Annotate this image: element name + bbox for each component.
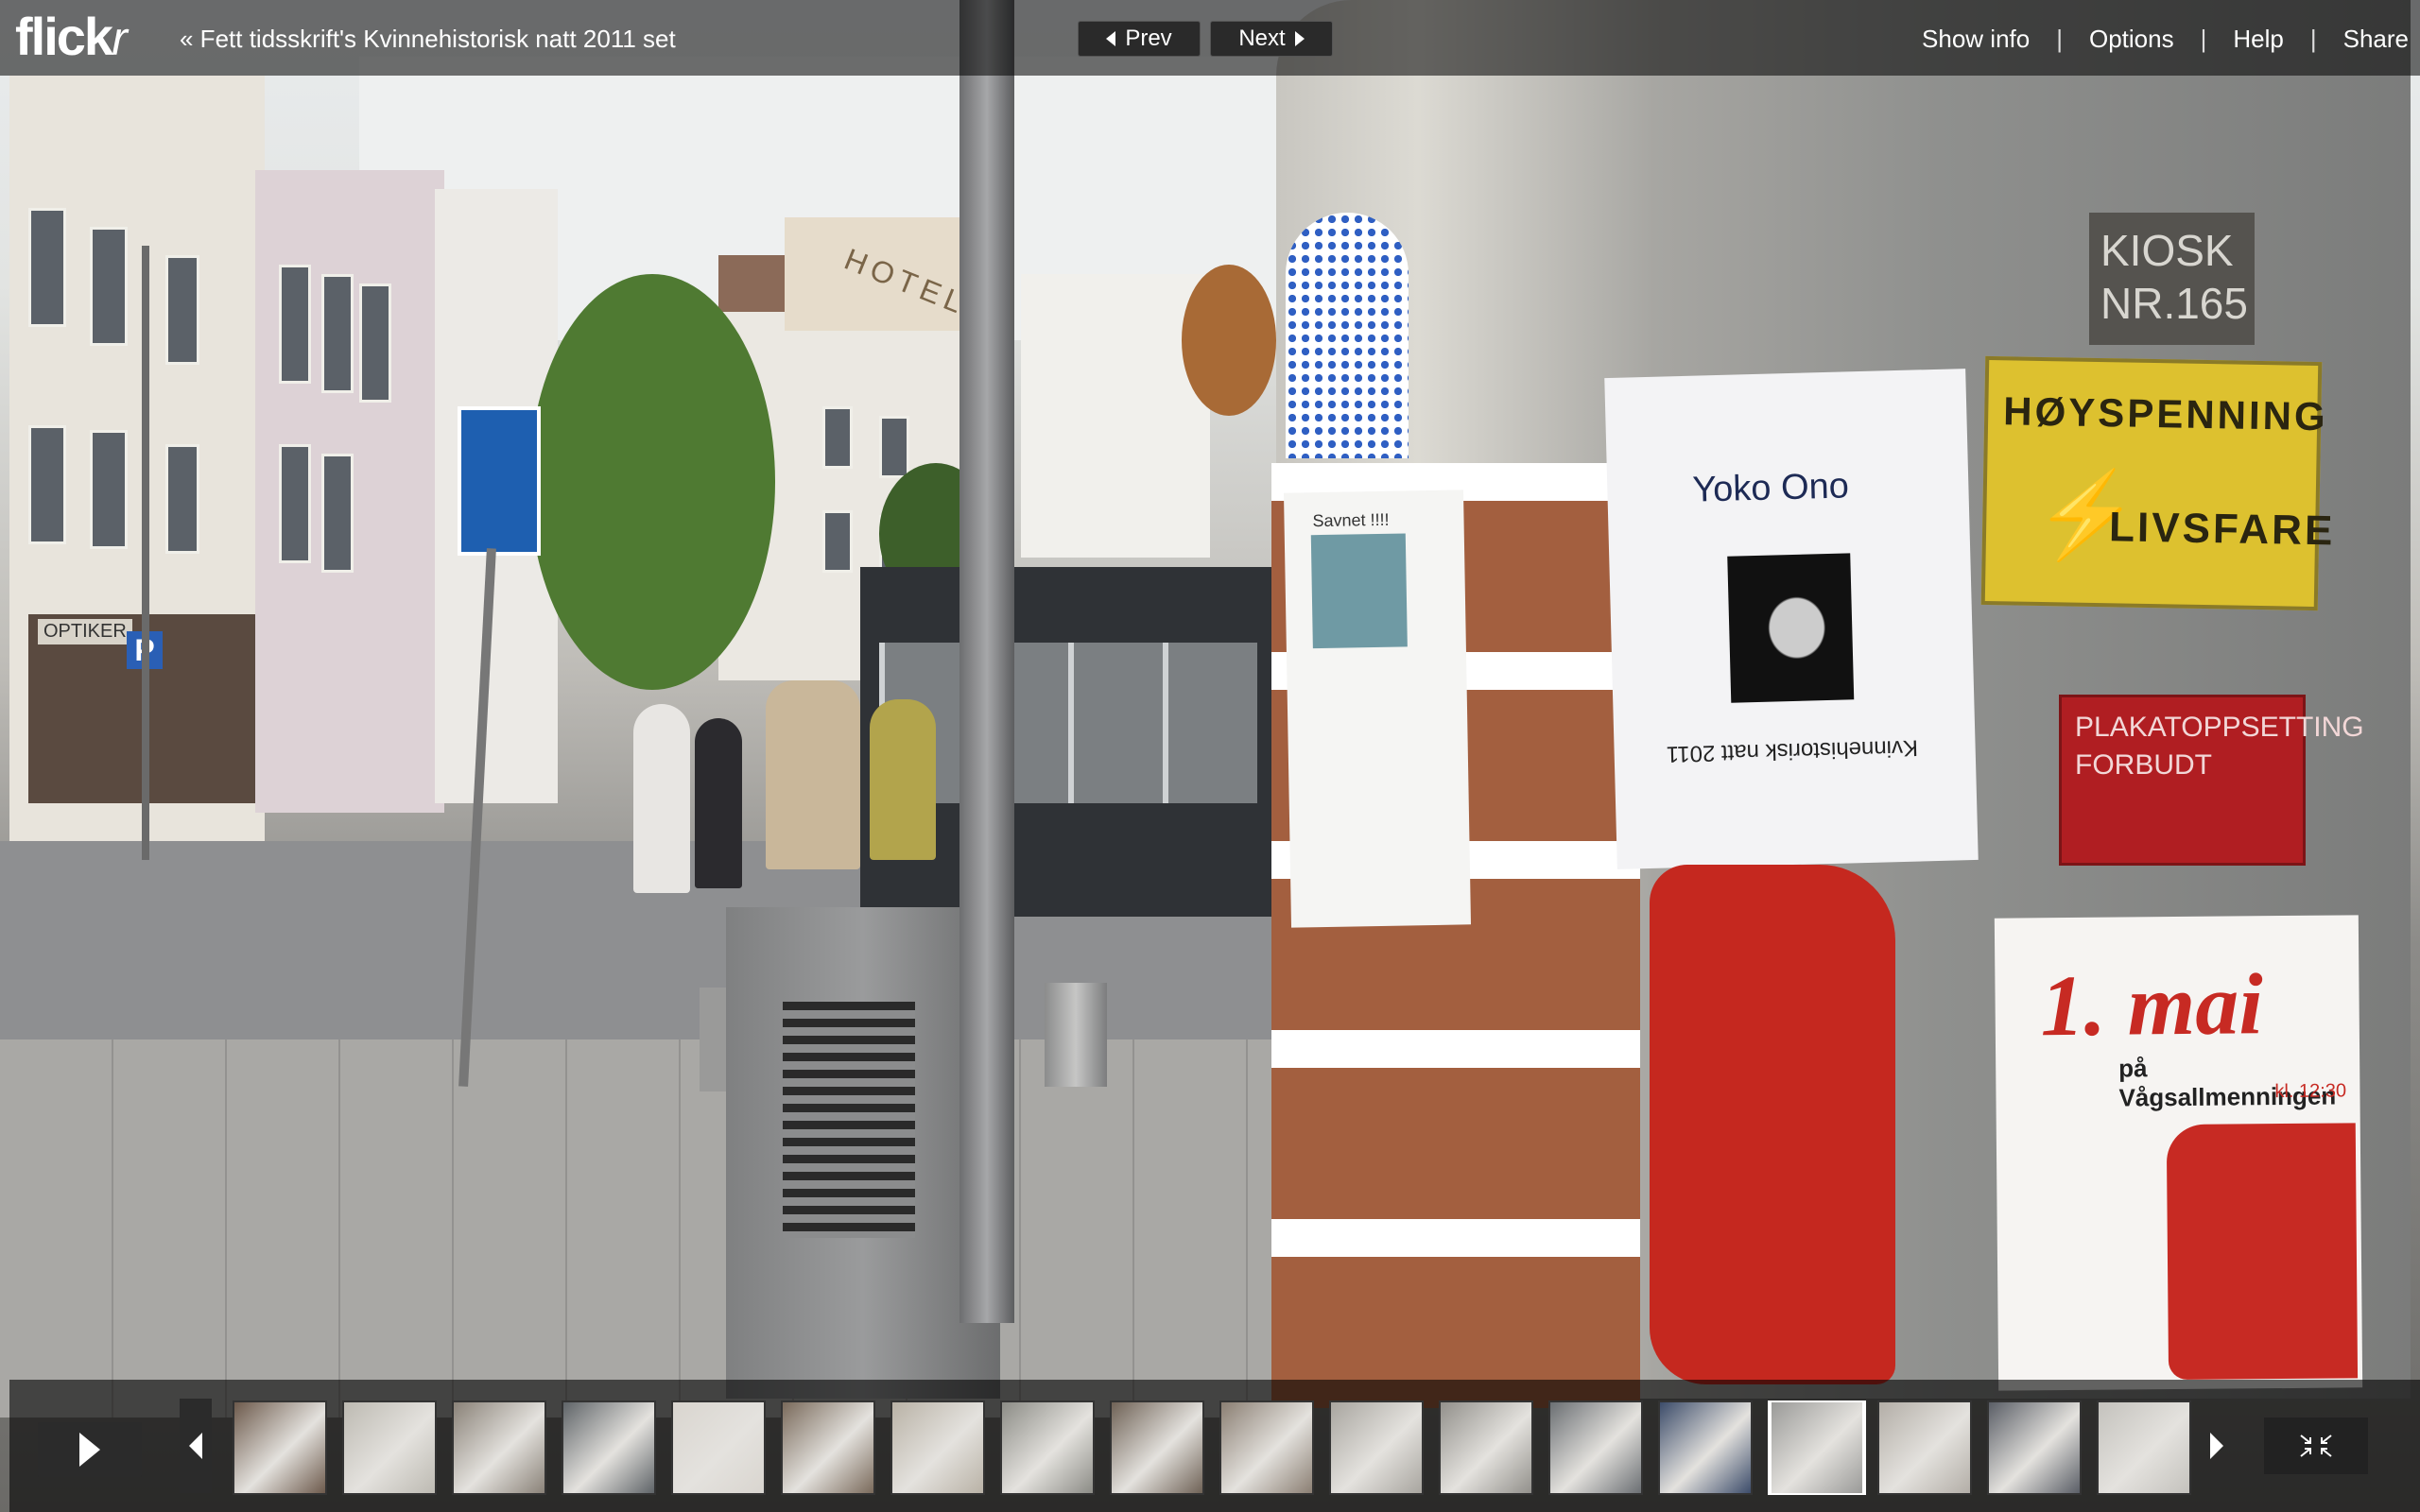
thumbnail[interactable]	[233, 1400, 327, 1495]
may-day-title: 1. mai	[2040, 955, 2264, 1055]
back-to-set-link[interactable]: « Fett tidsskrift's Kvinnehistorisk natt…	[180, 25, 676, 54]
thumbnail[interactable]	[890, 1400, 985, 1495]
filmstrip-prev-button[interactable]	[180, 1399, 212, 1493]
prev-arrow-icon	[1106, 31, 1116, 46]
thumbnail[interactable]	[1658, 1400, 1753, 1495]
window	[822, 406, 853, 469]
window	[279, 444, 311, 563]
prev-label: Prev	[1125, 26, 1172, 51]
menu-separator: |	[2200, 25, 2207, 53]
shop-sign: OPTIKER	[38, 619, 132, 644]
high-voltage-sign: HØYSPENNING ⚡ LIVSFARE	[1980, 355, 2336, 611]
yoko-ono-portrait	[1727, 553, 1855, 703]
top-bar: flickr « Fett tidsskrift's Kvinnehistori…	[0, 0, 2420, 76]
main-photo: HOTEL OPTIKER P Savnet !!!!	[0, 0, 2420, 1512]
window	[165, 255, 199, 365]
thumbnail[interactable]	[2097, 1400, 2191, 1495]
filmstrip	[9, 1380, 2420, 1512]
may-day-time: kl. 12:30	[2274, 1080, 2347, 1103]
share-link[interactable]: Share	[2343, 25, 2409, 54]
yoko-ono-title: Yoko Ono	[1691, 466, 1850, 510]
thumbnail[interactable]	[1548, 1400, 1643, 1495]
menu-separator: |	[2309, 25, 2317, 53]
play-icon	[79, 1433, 100, 1467]
no-posters-text: PLAKATOPPSETTING FORBUDT	[2075, 712, 2364, 781]
flickr-logo[interactable]: flickr	[15, 6, 128, 67]
thumbnail[interactable]	[1987, 1400, 2082, 1495]
collapse-icon	[2300, 1435, 2332, 1457]
window	[359, 284, 391, 403]
thumbnail[interactable]	[1439, 1400, 1533, 1495]
slideshow-play-button[interactable]	[38, 1422, 142, 1477]
window	[90, 430, 128, 549]
bollard	[700, 988, 728, 1091]
window	[321, 274, 354, 393]
window	[28, 208, 66, 327]
tree	[1182, 265, 1276, 416]
blue-dots-poster	[1286, 213, 1409, 458]
help-link[interactable]: Help	[2233, 25, 2283, 54]
savnet-photo	[1310, 533, 1408, 649]
building-right	[1021, 274, 1210, 558]
thumbnail[interactable]	[1877, 1400, 1972, 1495]
next-button[interactable]: Next	[1210, 21, 1333, 57]
kiosk-sign: KIOSK NR.165	[2089, 213, 2255, 345]
options-link[interactable]: Options	[2089, 25, 2174, 54]
thumbnail[interactable]	[342, 1400, 437, 1495]
next-arrow-icon	[1294, 31, 1305, 46]
street-lamp	[142, 246, 149, 860]
thumbnail[interactable]	[1000, 1400, 1095, 1495]
savnet-title: Savnet !!!!	[1312, 509, 1390, 531]
thumbnail[interactable]	[1219, 1400, 1314, 1495]
crossing-sign	[458, 406, 541, 556]
thumbnail[interactable]	[1329, 1400, 1424, 1495]
yoko-ono-poster: Yoko Ono Kvinnehistorisk natt 2011	[1604, 369, 1979, 869]
savnet-poster: Savnet !!!!	[1284, 490, 1471, 928]
next-label: Next	[1238, 26, 1286, 51]
window	[28, 425, 66, 544]
thumbnail[interactable]	[781, 1400, 875, 1495]
no-posters-sign: PLAKATOPPSETTING FORBUDT	[2059, 695, 2364, 866]
yoko-ono-caption: Kvinnehistorisk natt 2011	[1666, 734, 1919, 767]
show-info-link[interactable]: Show info	[1922, 25, 2030, 54]
lamp-pole	[959, 0, 1014, 1323]
menu-separator: |	[2056, 25, 2063, 53]
window	[321, 454, 354, 573]
window	[165, 444, 199, 554]
person	[766, 680, 860, 869]
sidewalk	[0, 1040, 1276, 1418]
top-menu: Show info | Options | Help | Share	[1922, 25, 2409, 54]
kiosk-sign-text: KIOSK NR.165	[2100, 226, 2248, 328]
person	[633, 704, 690, 893]
thumbnail[interactable]	[562, 1400, 656, 1495]
window	[90, 227, 128, 346]
may-day-poster: 1. mai på Vågsallmenningen kl. 12:30	[1994, 915, 2363, 1391]
may-day-flag	[2166, 1123, 2359, 1381]
filmstrip-next-button[interactable]	[2201, 1399, 2233, 1493]
window	[279, 265, 311, 384]
red-graffiti	[1650, 865, 1895, 1384]
thumbnail[interactable]	[671, 1400, 766, 1495]
thumbnail-strip	[223, 1400, 2199, 1495]
bollard	[1045, 983, 1107, 1087]
person	[870, 699, 936, 860]
person	[695, 718, 742, 888]
window	[822, 510, 853, 573]
thumbnail-selected[interactable]	[1768, 1400, 1866, 1495]
high-voltage-bottom: LIVSFARE	[2108, 504, 2336, 555]
window	[879, 416, 909, 478]
tree	[529, 274, 775, 690]
exit-fullscreen-button[interactable]	[2264, 1418, 2368, 1474]
chevron-left-icon	[189, 1433, 202, 1459]
high-voltage-top: HØYSPENNING	[2002, 388, 2329, 439]
cafe-window	[879, 643, 1257, 803]
chevron-right-icon	[2210, 1433, 2223, 1459]
prev-button[interactable]: Prev	[1078, 21, 1201, 57]
thumbnail[interactable]	[1110, 1400, 1204, 1495]
thumbnail[interactable]	[452, 1400, 546, 1495]
